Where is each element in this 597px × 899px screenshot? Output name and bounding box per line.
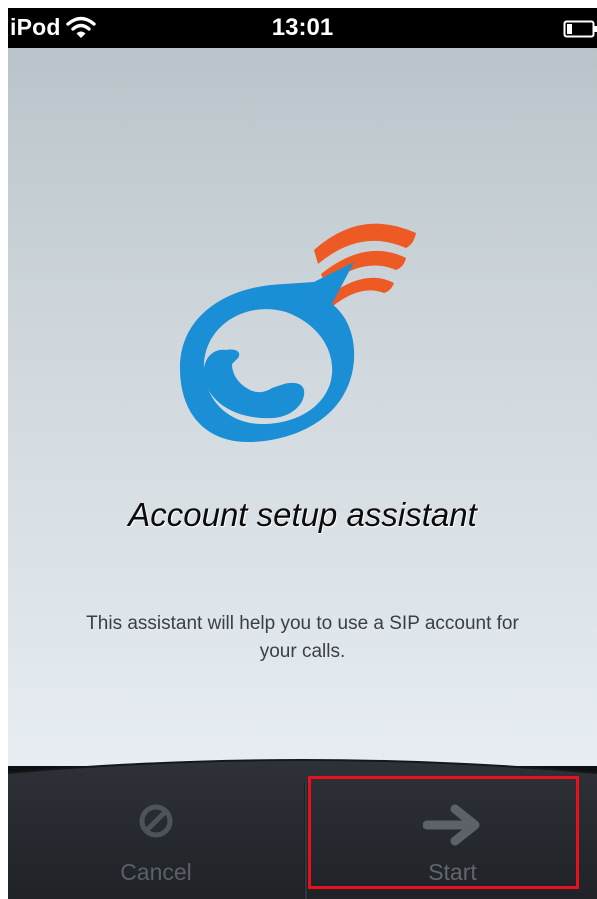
page-description: This assistant will help you to use a SI… bbox=[86, 613, 519, 662]
start-button[interactable]: Start bbox=[308, 783, 597, 899]
arrow-right-icon bbox=[422, 804, 479, 846]
device-screen: iPod 13:01 Account setup assistant This … bbox=[8, 8, 597, 899]
bottom-toolbar: Cancel Start bbox=[8, 753, 597, 899]
prohibited-icon bbox=[139, 804, 173, 838]
cancel-label: Cancel bbox=[120, 859, 192, 885]
phone-speech-bubble-icon bbox=[180, 223, 416, 442]
setup-assistant-screen: Account setup assistant This assistant w… bbox=[8, 48, 597, 766]
cancel-button[interactable]: Cancel bbox=[8, 783, 304, 899]
battery-icon bbox=[563, 20, 597, 38]
status-bar: iPod 13:01 bbox=[8, 8, 597, 48]
start-label: Start bbox=[428, 859, 477, 885]
page-title: Account setup assistant bbox=[128, 496, 477, 533]
status-time: 13:01 bbox=[271, 14, 334, 41]
